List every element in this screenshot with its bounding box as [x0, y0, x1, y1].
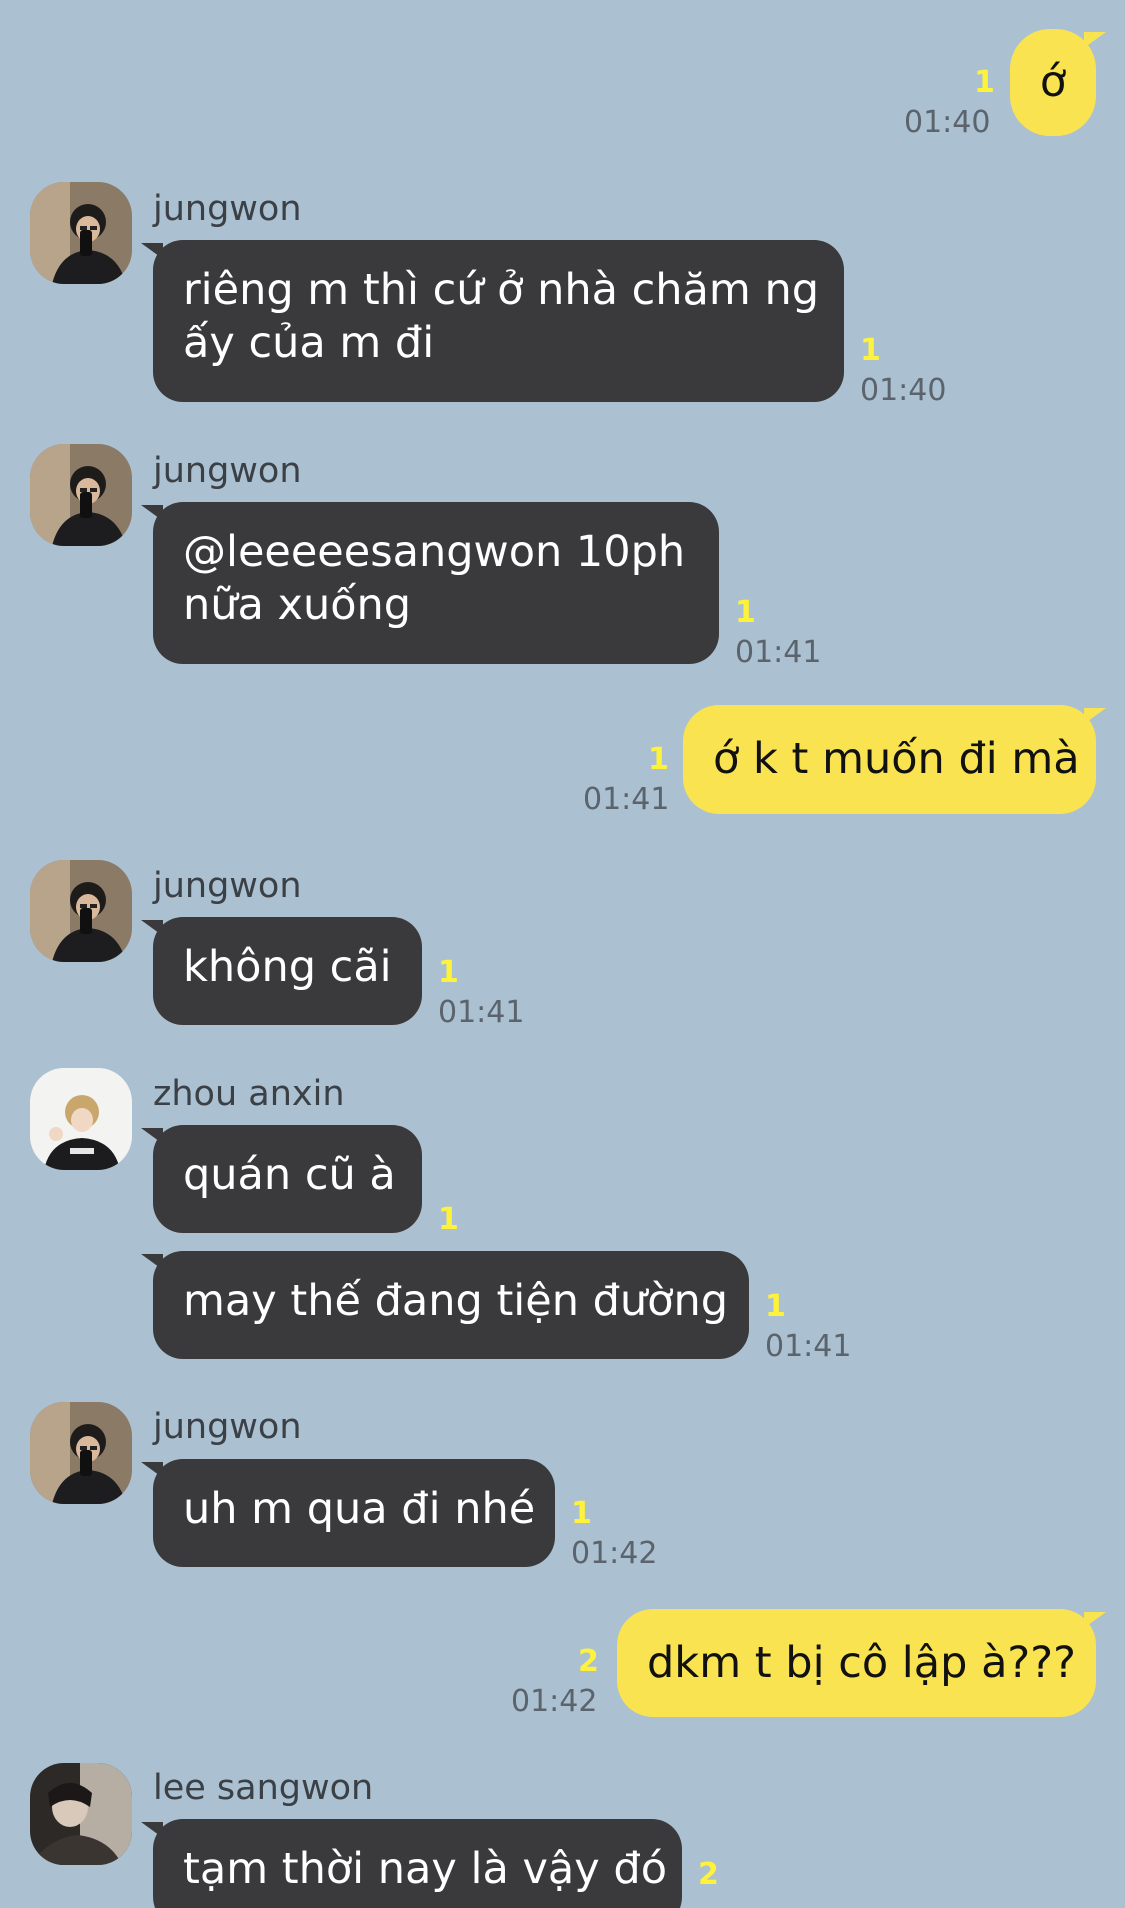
message-bubble-incoming[interactable]: không cãi: [141, 917, 422, 1025]
message-line: ấy của m đi: [183, 318, 435, 368]
message-bubble-outgoing[interactable]: ớ k t muốn đi mà: [683, 705, 1106, 814]
unread-count: 1: [735, 595, 756, 630]
message-bubble-incoming[interactable]: quán cũ à: [141, 1125, 422, 1233]
sender-name: zhou anxin: [153, 1074, 345, 1114]
message-bubble-outgoing[interactable]: ớ: [1010, 29, 1106, 136]
lee-sangwon-avatar[interactable]: [30, 1763, 132, 1865]
sender-name: lee sangwon: [153, 1768, 374, 1808]
message-bubble-incoming[interactable]: uh m qua đi nhé: [141, 1459, 555, 1567]
message-text: quán cũ à: [183, 1150, 396, 1200]
person-photo-icon: [30, 1402, 132, 1504]
unread-count: 1: [765, 1289, 786, 1324]
message-time: 01:41: [438, 995, 525, 1030]
unread-count: 1: [438, 1202, 459, 1237]
sender-name: jungwon: [153, 451, 302, 491]
message-time: 01:40: [904, 105, 991, 140]
message-time: 01:40: [860, 373, 947, 408]
chat-screen: 1 01:40 ớ jungwon riêng m thì cứ ở nhà c…: [0, 0, 1125, 1908]
unread-count: 2: [698, 1857, 719, 1892]
unread-count: 1: [974, 65, 995, 100]
message-text: tạm thời nay là vậy đó: [183, 1844, 668, 1894]
message-bubble-outgoing[interactable]: dkm t bị cô lập à???: [617, 1609, 1106, 1717]
person-photo-icon: [30, 1763, 132, 1865]
unread-count: 2: [578, 1644, 599, 1679]
jungwon-avatar[interactable]: [30, 1402, 132, 1504]
zhou-anxin-avatar[interactable]: [30, 1068, 132, 1170]
unread-count: 1: [648, 742, 669, 777]
unread-count: 1: [438, 955, 459, 990]
sender-name: jungwon: [153, 1407, 302, 1447]
message-line: riêng m thì cứ ở nhà chăm ng: [183, 265, 819, 315]
person-photo-icon: [30, 444, 132, 546]
message-text: dkm t bị cô lập à???: [647, 1638, 1076, 1688]
message-bubble-incoming[interactable]: may thế đang tiện đường: [141, 1251, 749, 1359]
message-bubble-incoming[interactable]: @leeeeesangwon 10ph nữa xuống: [141, 502, 719, 664]
sender-name: jungwon: [153, 189, 302, 229]
message-time: 01:41: [765, 1329, 852, 1364]
message-time: 01:41: [735, 635, 822, 670]
unread-count: 1: [571, 1496, 592, 1531]
person-photo-icon: [30, 1068, 132, 1170]
message-bubble-incoming[interactable]: tạm thời nay là vậy đó: [141, 1819, 682, 1908]
jungwon-avatar[interactable]: [30, 182, 132, 284]
message-bubble-incoming[interactable]: riêng m thì cứ ở nhà chăm ng ấy của m đi: [141, 240, 844, 402]
message-time: 01:42: [571, 1536, 658, 1571]
message-text: uh m qua đi nhé: [183, 1484, 536, 1534]
message-text: may thế đang tiện đường: [183, 1276, 729, 1326]
message-text: không cãi: [183, 942, 392, 992]
unread-count: 1: [860, 333, 881, 368]
jungwon-avatar[interactable]: [30, 444, 132, 546]
message-text: ớ k t muốn đi mà: [713, 734, 1080, 784]
person-photo-icon: [30, 860, 132, 962]
message-line: @leeeeesangwon 10ph: [183, 527, 686, 577]
message-text: ớ: [1039, 57, 1067, 107]
sender-name: jungwon: [153, 866, 302, 906]
person-photo-icon: [30, 182, 132, 284]
message-time: 01:42: [511, 1684, 598, 1719]
message-time: 01:41: [583, 782, 670, 817]
jungwon-avatar[interactable]: [30, 860, 132, 962]
message-line: nữa xuống: [183, 580, 412, 630]
